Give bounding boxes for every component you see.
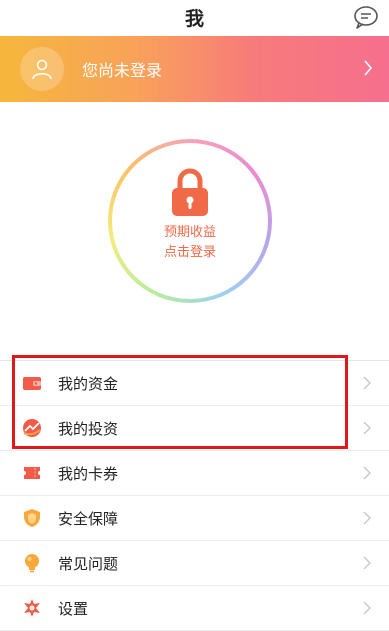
chevron-right-icon bbox=[363, 376, 371, 390]
lightbulb-icon bbox=[25, 554, 39, 573]
menu-item-settings[interactable]: 设置 bbox=[0, 586, 389, 631]
menu-item-coupons[interactable]: 我的卡券 bbox=[0, 451, 389, 496]
chevron-right-icon bbox=[363, 421, 371, 435]
page-title: 我 bbox=[184, 8, 204, 30]
chevron-right-icon bbox=[363, 601, 371, 615]
menu-item-label: 我的资金 bbox=[58, 374, 119, 393]
login-banner[interactable]: 您尚未登录 bbox=[0, 36, 389, 102]
chevron-right-icon bbox=[363, 556, 371, 570]
menu-item-label: 我的卡券 bbox=[58, 464, 119, 483]
shield-icon bbox=[24, 509, 40, 527]
login-prompt: 您尚未登录 bbox=[82, 61, 163, 80]
menu-item-label: 安全保障 bbox=[58, 509, 119, 528]
chevron-right-icon bbox=[363, 466, 371, 480]
avatar bbox=[20, 47, 64, 91]
lock-icon bbox=[172, 168, 208, 216]
investment-icon bbox=[23, 419, 41, 437]
coupon-icon bbox=[24, 467, 40, 479]
menu-item-faq[interactable]: 常见问题 bbox=[0, 541, 389, 586]
chevron-right-icon bbox=[364, 60, 373, 76]
settings-icon bbox=[24, 599, 40, 617]
menu-item-label: 我的投资 bbox=[58, 419, 119, 438]
chevron-right-icon bbox=[363, 511, 371, 525]
menu-list: 我的资金 我的投资 我的卡券 安全保障 常见问题 设置 bbox=[0, 360, 389, 631]
wallet-icon bbox=[23, 377, 41, 390]
menu-item-label: 设置 bbox=[58, 599, 89, 618]
menu-item-investments[interactable]: 我的投资 bbox=[0, 406, 389, 451]
user-icon bbox=[32, 59, 52, 80]
menu-item-label: 常见问题 bbox=[58, 554, 119, 573]
click-login-label: 点击登录 bbox=[163, 245, 216, 260]
expected-earnings-label: 预期收益 bbox=[163, 225, 216, 240]
earnings-ring[interactable]: 预期收益 点击登录 bbox=[108, 139, 272, 303]
menu-item-funds[interactable]: 我的资金 bbox=[0, 361, 389, 406]
menu-item-security[interactable]: 安全保障 bbox=[0, 496, 389, 541]
message-icon[interactable] bbox=[353, 4, 379, 30]
top-nav-bar: 我 bbox=[0, 0, 389, 35]
